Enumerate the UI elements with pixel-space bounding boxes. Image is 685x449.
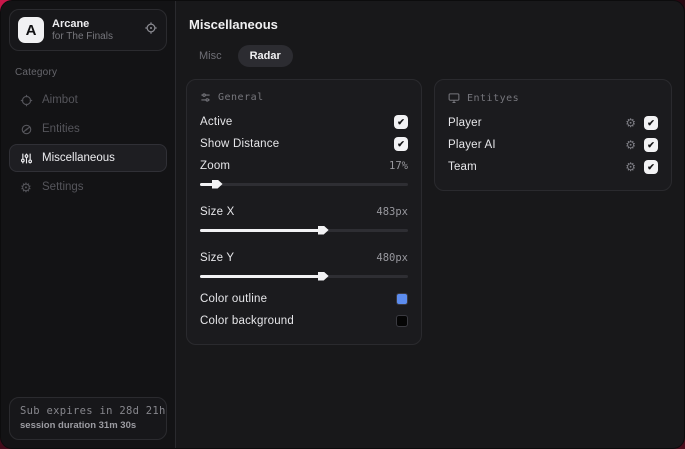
sidebar-item-miscellaneous[interactable]: Miscellaneous xyxy=(9,144,167,172)
setting-label: Color outline xyxy=(200,293,268,305)
brand-text: Arcane for The Finals xyxy=(52,18,136,42)
general-panel-header: General xyxy=(200,92,408,103)
main-content: Miscellaneous Misc Radar General Active … xyxy=(176,1,684,448)
entity-label: Player xyxy=(448,117,482,129)
scan-icon xyxy=(19,122,33,136)
tab-misc[interactable]: Misc xyxy=(187,45,234,67)
subscription-card: Sub expires in 28d 21h session duration … xyxy=(9,397,167,440)
monitor-icon xyxy=(448,92,460,104)
slider-thumb[interactable] xyxy=(317,225,329,235)
general-panel-title: General xyxy=(218,92,264,103)
entity-label: Team xyxy=(448,161,477,173)
entities-panel: Entityes Player ⚙ ✔ Player AI ⚙ ✔ Team ⚙… xyxy=(434,79,672,191)
color-outline-swatch[interactable] xyxy=(396,293,408,305)
entities-panel-title: Entityes xyxy=(467,92,520,104)
sidebar-item-label: Miscellaneous xyxy=(42,152,115,164)
target-icon[interactable] xyxy=(144,21,158,40)
setting-row-active: Active ✔ xyxy=(200,111,408,133)
check-icon: ✔ xyxy=(647,139,655,150)
setting-label: Size X xyxy=(200,206,235,218)
check-icon: ✔ xyxy=(397,116,405,127)
sliders-horizontal-icon xyxy=(200,92,211,103)
page-title: Miscellaneous xyxy=(189,17,278,32)
zoom-slider[interactable] xyxy=(200,179,408,189)
crosshair-icon xyxy=(19,93,33,107)
general-panel: General Active ✔ Show Distance ✔ Zoom 17… xyxy=(186,79,422,345)
slider-track xyxy=(200,183,408,186)
setting-row-color-outline: Color outline xyxy=(200,288,408,310)
sidebar-item-aimbot[interactable]: Aimbot xyxy=(9,86,167,114)
slider-fill xyxy=(200,229,321,232)
app-window: A Arcane for The Finals Category Aimbot … xyxy=(0,0,685,449)
show-distance-checkbox[interactable]: ✔ xyxy=(394,137,408,151)
sidebar-item-label: Entities xyxy=(42,123,80,135)
setting-label: Color background xyxy=(200,315,294,327)
gear-icon[interactable]: ⚙ xyxy=(625,161,636,173)
team-checkbox[interactable]: ✔ xyxy=(644,160,658,174)
check-icon: ✔ xyxy=(397,138,405,149)
gear-icon[interactable]: ⚙ xyxy=(625,139,636,151)
player-checkbox[interactable]: ✔ xyxy=(644,116,658,130)
slider-thumb[interactable] xyxy=(317,271,329,281)
tab-bar: Misc Radar xyxy=(187,45,672,67)
player-ai-checkbox[interactable]: ✔ xyxy=(644,138,658,152)
entity-row-player: Player ⚙ ✔ xyxy=(448,112,658,134)
sidebar-item-entities[interactable]: Entities xyxy=(9,115,167,143)
brand-subtitle: for The Finals xyxy=(52,30,113,42)
setting-label: Active xyxy=(200,116,233,128)
sidebar: A Arcane for The Finals Category Aimbot … xyxy=(1,1,176,448)
tab-radar[interactable]: Radar xyxy=(237,45,293,67)
panels-row: General Active ✔ Show Distance ✔ Zoom 17… xyxy=(186,79,672,345)
size-x-value: 483px xyxy=(376,206,408,218)
gear-icon: ⚙ xyxy=(20,179,32,195)
slider-thumb[interactable] xyxy=(211,179,223,189)
setting-row-size-x: Size X 483px xyxy=(200,201,408,223)
setting-label: Zoom xyxy=(200,160,231,172)
setting-label: Show Distance xyxy=(200,138,280,150)
sidebar-item-label: Aimbot xyxy=(42,94,78,106)
size-y-slider[interactable] xyxy=(200,271,408,281)
size-x-slider[interactable] xyxy=(200,225,408,235)
setting-row-show-distance: Show Distance ✔ xyxy=(200,133,408,155)
zoom-value: 17% xyxy=(389,160,408,172)
size-y-value: 480px xyxy=(376,252,408,264)
entities-panel-header: Entityes xyxy=(448,92,658,104)
brand-logo: A xyxy=(18,17,44,43)
category-label: Category xyxy=(15,67,58,78)
brand-name: Arcane xyxy=(52,17,90,30)
brand-card: A Arcane for The Finals xyxy=(9,9,167,51)
setting-row-color-background: Color background xyxy=(200,310,408,332)
slider-fill xyxy=(200,275,321,278)
check-icon: ✔ xyxy=(647,161,655,172)
entity-row-team: Team ⚙ ✔ xyxy=(448,156,658,178)
setting-label: Size Y xyxy=(200,252,235,264)
setting-row-zoom: Zoom 17% xyxy=(200,155,408,177)
check-icon: ✔ xyxy=(647,117,655,128)
sidebar-nav: Aimbot Entities Miscellaneous ⚙ Settings xyxy=(9,86,167,201)
color-background-swatch[interactable] xyxy=(396,315,408,327)
sliders-icon xyxy=(19,151,33,165)
entity-row-player-ai: Player AI ⚙ ✔ xyxy=(448,134,658,156)
sidebar-item-settings[interactable]: ⚙ Settings xyxy=(9,173,167,201)
sub-expiry-text: Sub expires in 28d 21h xyxy=(20,405,166,417)
active-checkbox[interactable]: ✔ xyxy=(394,115,408,129)
setting-row-size-y: Size Y 480px xyxy=(200,247,408,269)
session-duration-text: session duration 31m 30s xyxy=(20,420,137,431)
sidebar-item-label: Settings xyxy=(42,181,84,193)
entity-label: Player AI xyxy=(448,139,496,151)
gear-icon[interactable]: ⚙ xyxy=(625,117,636,129)
